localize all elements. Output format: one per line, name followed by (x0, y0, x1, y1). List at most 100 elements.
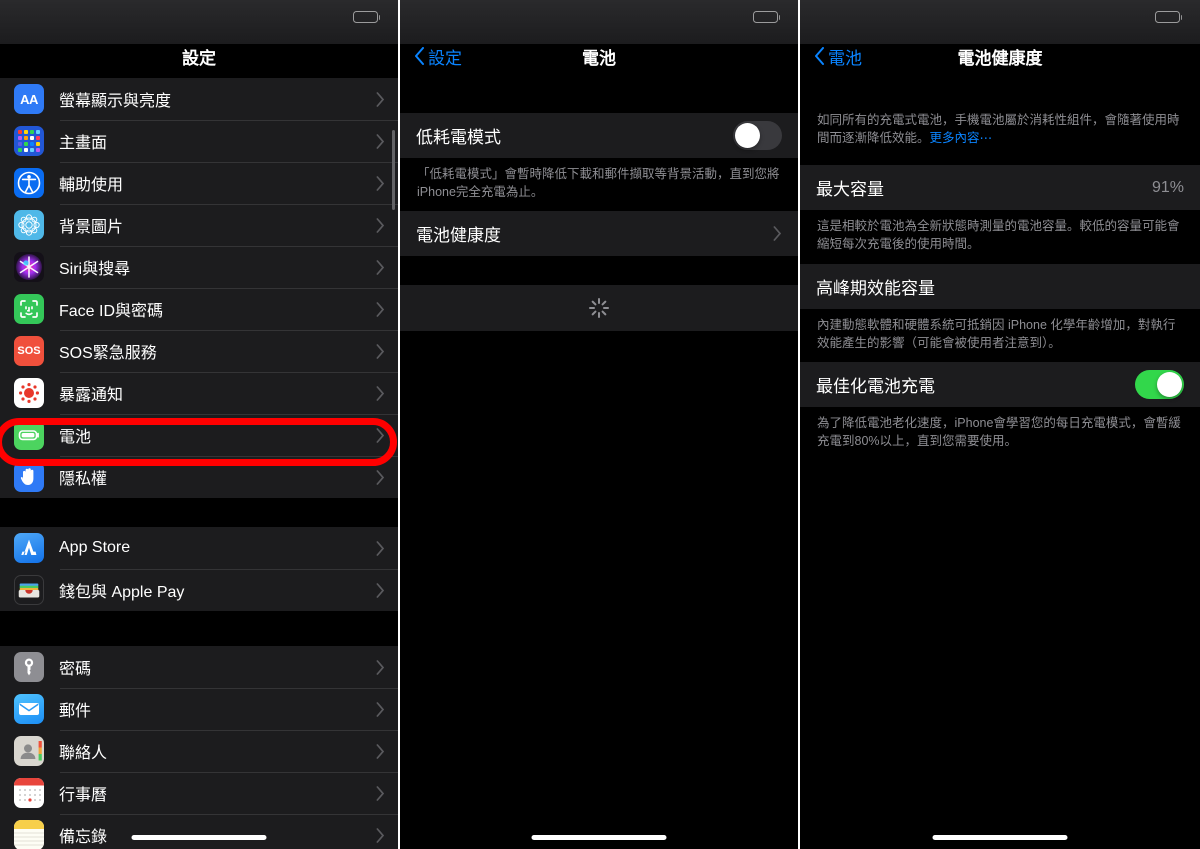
sidebar-item-app-store[interactable]: App Store (0, 527, 398, 569)
row-label: 輔助使用 (59, 177, 124, 194)
battery-icon (753, 11, 781, 23)
sidebar-item-mail[interactable]: 郵件 (0, 688, 398, 730)
screen-battery: 11:27 設定 電池 低耗電模式 (400, 0, 800, 849)
sos-icon: SOS (14, 336, 44, 366)
accessibility-icon (14, 168, 44, 198)
back-button[interactable]: 設定 (414, 44, 462, 69)
settings-group-2: App Store 錢包與 Apple Pay (0, 527, 398, 611)
section-gap (400, 256, 798, 286)
row-label: 低耗電模式 (416, 128, 501, 147)
app-store-icon (14, 533, 44, 563)
row-label: 密碼 (59, 661, 92, 678)
sidebar-item-siri[interactable]: Siri與搜尋 (0, 246, 398, 288)
activity-spinner-icon (589, 298, 609, 319)
sidebar-item-home-screen[interactable]: 主畫面 (0, 120, 398, 162)
row-label: 主畫面 (59, 135, 108, 152)
chevron-right-icon (376, 582, 385, 598)
back-button[interactable]: 電池 (814, 44, 862, 69)
sidebar-item-calendar[interactable]: 行事曆 (0, 772, 398, 814)
contacts-icon (14, 736, 44, 766)
sidebar-item-contacts[interactable]: 聯絡人 (0, 730, 398, 772)
chevron-left-icon (415, 47, 424, 65)
back-label: 設定 (428, 48, 462, 68)
optimized-charging-toggle[interactable] (1135, 369, 1184, 399)
sidebar-item-face-id[interactable]: Face ID與密碼 (0, 288, 398, 330)
row-label: 郵件 (59, 703, 92, 720)
passwords-key-icon (14, 652, 44, 682)
row-label: 最佳化電池充電 (816, 376, 935, 396)
low-power-footnote: 「低耗電模式」會暫時降低下載和郵件擷取等背景活動，直到您將iPhone完全充電為… (400, 158, 798, 212)
row-label: 電池 (59, 429, 92, 446)
chevron-right-icon (376, 827, 385, 843)
max-capacity-group: 最大容量 91% (800, 165, 1200, 211)
peak-performance-group: 高峰期效能容量 (800, 263, 1200, 309)
optimized-charging-footnote: 為了降低電池老化速度，iPhone會學習您的每日充電模式，會暫緩充電到80%以上… (800, 406, 1200, 460)
chevron-right-icon (376, 469, 385, 485)
row-label: 最大容量 (816, 180, 884, 200)
battery-icon (353, 11, 381, 23)
exposure-notification-icon (14, 378, 44, 408)
face-id-icon (14, 294, 44, 324)
settings-group-1: AA 螢幕顯示與亮度 主畫面 輔助使用 背景圖片 Siri與搜尋 Face ID… (0, 78, 398, 498)
low-power-group: 低耗電模式 (400, 113, 798, 158)
chevron-right-icon (376, 91, 385, 107)
chevron-right-icon (376, 217, 385, 233)
intro-footnote: 如同所有的充電式電池，手機電池屬於消耗性組件，會隨著使用時間而逐漸降低效能。更多… (800, 78, 1200, 166)
battery-settings-icon (14, 420, 44, 450)
settings-group-3: 密碼 郵件 聯絡人 行事曆 備忘錄 (0, 646, 398, 849)
sidebar-item-wallpaper[interactable]: 背景圖片 (0, 204, 398, 246)
sidebar-item-display[interactable]: AA 螢幕顯示與亮度 (0, 78, 398, 120)
sidebar-item-exposure-notifications[interactable]: 暴露通知 (0, 372, 398, 414)
max-capacity-row: 最大容量 91% (800, 165, 1200, 210)
max-capacity-value: 91% (1151, 178, 1184, 196)
home-screen-icon (14, 126, 44, 156)
optimized-charging-group: 最佳化電池充電 (800, 361, 1200, 407)
sidebar-item-privacy[interactable]: 隱私權 (0, 456, 398, 498)
row-label: 行事曆 (59, 787, 108, 804)
navigation-bar: 設定 電池 (400, 34, 798, 78)
home-indicator (531, 835, 667, 840)
three-phone-screenshots: 11:27 設定 AA 螢幕顯示與亮度 (0, 0, 1200, 849)
page-title: 設定 (182, 48, 216, 68)
low-power-mode-row[interactable]: 低耗電模式 (400, 113, 798, 158)
wallpaper-icon (14, 210, 44, 240)
display-brightness-icon: AA (14, 84, 44, 114)
sidebar-item-battery[interactable]: 電池 (0, 414, 398, 456)
home-indicator (131, 835, 267, 840)
privacy-hand-icon (14, 462, 44, 492)
back-label: 電池 (828, 48, 862, 68)
sidebar-item-wallet[interactable]: 錢包與 Apple Pay (0, 569, 398, 611)
row-label: 暴露通知 (59, 387, 124, 404)
row-label: 錢包與 Apple Pay (59, 584, 185, 601)
row-label: Siri與搜尋 (59, 261, 131, 278)
row-label: 隱私權 (59, 471, 108, 488)
siri-icon (14, 252, 44, 282)
peak-performance-footnote: 內建動態軟體和硬體系統可抵銷因 iPhone 化學年齡增加，對執行效能產生的影響… (800, 308, 1200, 362)
sidebar-item-notes[interactable]: 備忘錄 (0, 814, 398, 849)
scrollbar[interactable] (392, 130, 395, 210)
screen-battery-health: 11:27 電池 電池健康度 如同所有的充電式電池，手機電池屬於消耗性組 (800, 0, 1200, 849)
sidebar-item-sos[interactable]: SOS SOS緊急服務 (0, 330, 398, 372)
row-label: 螢幕顯示與亮度 (59, 93, 172, 110)
learn-more-link[interactable]: 更多內容⋯ (930, 131, 993, 145)
navigation-bar: 設定 (0, 34, 398, 78)
screen-settings: 11:27 設定 AA 螢幕顯示與亮度 (0, 0, 400, 849)
wallet-icon (14, 575, 44, 605)
chevron-right-icon (773, 226, 782, 242)
row-label: 高峰期效能容量 (816, 278, 935, 298)
mail-icon (14, 694, 44, 724)
chevron-right-icon (376, 785, 385, 801)
sidebar-item-passwords[interactable]: 密碼 (0, 646, 398, 688)
row-label: Face ID與密碼 (59, 303, 164, 320)
chevron-right-icon (376, 659, 385, 675)
sidebar-item-accessibility[interactable]: 輔助使用 (0, 162, 398, 204)
optimized-charging-row[interactable]: 最佳化電池充電 (800, 362, 1200, 407)
row-label: 電池健康度 (416, 226, 501, 246)
calendar-icon (14, 778, 44, 808)
low-power-mode-toggle[interactable] (733, 121, 782, 150)
battery-health-row[interactable]: 電池健康度 (400, 211, 798, 256)
chevron-right-icon (376, 743, 385, 759)
chevron-right-icon (376, 427, 385, 443)
battery-health-group: 電池健康度 (400, 211, 798, 257)
row-label: App Store (59, 539, 131, 556)
